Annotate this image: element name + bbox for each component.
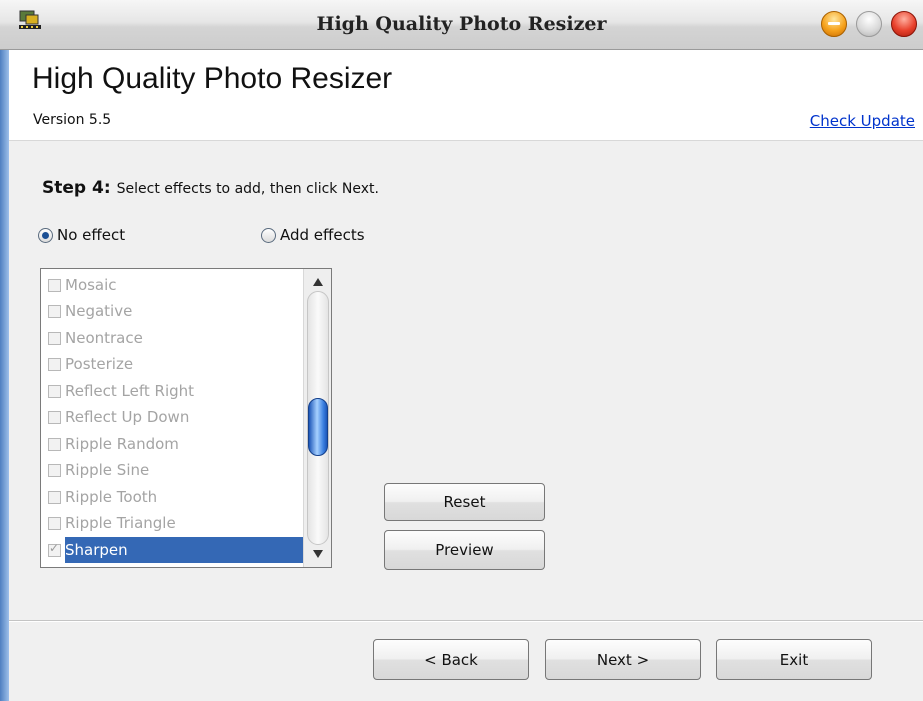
no-effect-label: No effect <box>57 226 126 244</box>
app-window: High Quality Photo Resizer High Quality … <box>0 0 923 701</box>
effect-checkbox[interactable] <box>48 304 61 318</box>
effect-checkbox[interactable] <box>48 410 61 424</box>
effect-item-sharpen[interactable]: Sharpen <box>41 537 303 563</box>
effect-item-ripple-triangle[interactable]: Ripple Triangle <box>41 510 303 536</box>
back-button[interactable]: < Back <box>373 639 529 680</box>
next-button[interactable]: Next > <box>545 639 701 680</box>
effect-item-reflect-up-down[interactable]: Reflect Up Down <box>41 404 303 430</box>
title-bar[interactable]: High Quality Photo Resizer <box>0 0 923 50</box>
preview-button[interactable]: Preview <box>384 530 545 570</box>
effect-label: Ripple Triangle <box>65 514 176 532</box>
effect-item-mosaic[interactable]: Mosaic <box>41 272 303 298</box>
version-label: Version 5.5 <box>33 112 112 128</box>
check-update-link[interactable]: Check Update <box>810 112 915 130</box>
scroll-thumb[interactable] <box>308 398 328 456</box>
exit-button[interactable]: Exit <box>716 639 872 680</box>
effect-label: Mosaic <box>65 276 117 294</box>
effect-checkbox[interactable] <box>48 357 61 371</box>
footer-divider <box>9 620 923 622</box>
effect-item-negative[interactable]: Negative <box>41 298 303 324</box>
window-title: High Quality Photo Resizer <box>316 13 607 35</box>
reset-button[interactable]: Reset <box>384 483 545 521</box>
header-panel: High Quality Photo Resizer Version 5.5 C… <box>9 50 923 141</box>
window-left-border <box>0 0 9 701</box>
scroll-down-icon[interactable] <box>313 550 323 558</box>
effect-label: Sharpen <box>65 537 303 563</box>
step-text: Select effects to add, then click Next. <box>116 181 379 197</box>
close-button[interactable] <box>891 11 917 37</box>
effect-checkbox[interactable] <box>48 331 61 345</box>
step-label: Step 4: <box>42 178 111 198</box>
effect-checkbox[interactable] <box>48 463 61 477</box>
maximize-button[interactable] <box>856 11 882 37</box>
effect-item-ripple-random[interactable]: Ripple Random <box>41 431 303 457</box>
effect-item-posterize[interactable]: Posterize <box>41 351 303 377</box>
add-effects-label: Add effects <box>280 226 365 244</box>
effects-list[interactable]: Mosaic Negative Neontrace Posterize Refl… <box>40 268 332 568</box>
effect-item-ripple-tooth[interactable]: Ripple Tooth <box>41 484 303 510</box>
list-scrollbar[interactable] <box>303 269 331 567</box>
effect-item-ripple-sine[interactable]: Ripple Sine <box>41 457 303 483</box>
effect-checkbox[interactable] <box>48 490 61 504</box>
effect-checkbox[interactable] <box>48 278 61 292</box>
effect-checkbox[interactable] <box>48 516 61 530</box>
page-title: High Quality Photo Resizer <box>32 62 393 95</box>
effect-checkbox[interactable] <box>48 541 61 557</box>
effect-label: Neontrace <box>65 329 143 347</box>
effect-label: Ripple Sine <box>65 461 150 479</box>
radio-checked-icon <box>38 227 53 243</box>
step-instruction: Step 4: Select effects to add, then click… <box>42 178 379 198</box>
effect-label: Ripple Tooth <box>65 488 158 506</box>
effect-item-reflect-left-right[interactable]: Reflect Left Right <box>41 378 303 404</box>
effect-item-neontrace[interactable]: Neontrace <box>41 325 303 351</box>
effect-label: Negative <box>65 302 133 320</box>
no-effect-radio[interactable]: No effect <box>38 226 125 244</box>
effect-checkbox[interactable] <box>48 437 61 451</box>
effect-label: Reflect Up Down <box>65 408 190 426</box>
scroll-up-icon[interactable] <box>313 278 323 286</box>
minimize-button[interactable] <box>821 11 847 37</box>
radio-unchecked-icon <box>261 227 276 243</box>
effect-label: Posterize <box>65 355 134 373</box>
effect-label: Reflect Left Right <box>65 382 195 400</box>
minimize-icon <box>828 22 840 25</box>
effect-label: Ripple Random <box>65 435 179 453</box>
add-effects-radio[interactable]: Add effects <box>261 226 365 244</box>
effect-checkbox[interactable] <box>48 384 61 398</box>
